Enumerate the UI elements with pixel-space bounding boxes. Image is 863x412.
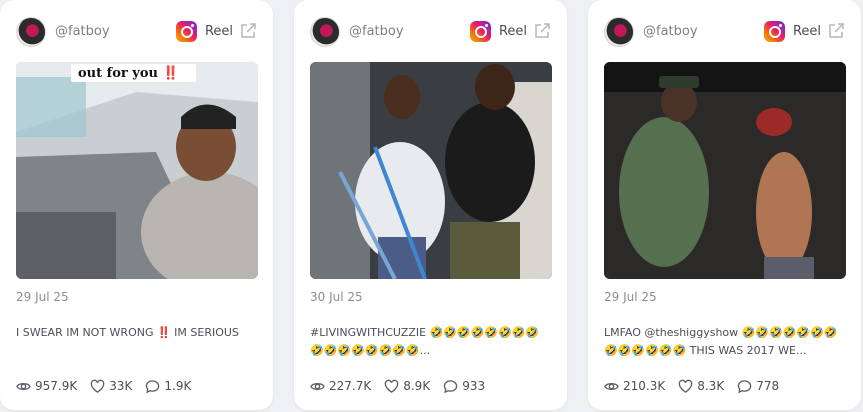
eye-icon bbox=[16, 382, 31, 390]
instagram-icon bbox=[764, 21, 785, 42]
post-stats: 957.9K 33K 1.9K bbox=[16, 377, 261, 395]
views-count: 227.7K bbox=[329, 379, 372, 393]
external-link-icon[interactable] bbox=[827, 22, 845, 40]
avatar[interactable] bbox=[604, 17, 634, 47]
views-count: 210.3K bbox=[623, 379, 666, 393]
comments-count: 933 bbox=[462, 379, 486, 393]
avatar[interactable] bbox=[310, 17, 340, 47]
likes-stat: 33K bbox=[90, 379, 132, 394]
post-stats: 227.7K 8.9K 933 bbox=[310, 377, 555, 395]
post-type-label: Reel bbox=[204, 24, 233, 39]
likes-count: 8.9K bbox=[403, 379, 431, 393]
likes-count: 33K bbox=[109, 379, 133, 393]
views-stat: 210.3K bbox=[604, 379, 665, 394]
comments-stat: 933 bbox=[443, 379, 485, 394]
instagram-icon bbox=[176, 21, 197, 42]
author-handle[interactable]: @fatboy bbox=[349, 24, 404, 39]
post-date: 29 Jul 25 bbox=[604, 290, 657, 304]
post-caption: LMFAO @theshiggyshow 🤣🤣🤣🤣🤣🤣🤣🤣🤣🤣🤣🤣🤣 THIS … bbox=[604, 326, 838, 357]
comments-count: 1.9K bbox=[164, 379, 192, 393]
external-link-icon[interactable] bbox=[533, 22, 551, 40]
thumbnail-image bbox=[604, 62, 846, 279]
likes-count: 8.3K bbox=[697, 379, 725, 393]
post-date: 30 Jul 25 bbox=[310, 290, 363, 304]
eye-icon bbox=[604, 382, 619, 390]
views-stat: 227.7K bbox=[310, 379, 371, 394]
comment-icon bbox=[443, 379, 458, 393]
likes-stat: 8.9K bbox=[384, 379, 430, 394]
post-thumbnail[interactable] bbox=[310, 62, 552, 279]
author-handle[interactable]: @fatboy bbox=[55, 24, 110, 39]
heart-icon bbox=[90, 379, 105, 393]
card-header: @fatboy Reel bbox=[604, 17, 845, 47]
comment-icon bbox=[737, 379, 752, 393]
author-handle[interactable]: @fatboy bbox=[643, 24, 698, 39]
heart-icon bbox=[678, 379, 693, 393]
post-type-label: Reel bbox=[498, 24, 527, 39]
thumbnail-image: out for you ‼️ bbox=[16, 62, 258, 279]
post-thumbnail[interactable] bbox=[604, 62, 846, 279]
eye-icon bbox=[310, 382, 325, 390]
heart-icon bbox=[384, 379, 399, 393]
post-caption: I SWEAR IM NOT WRONG ‼️ IM SERIOUS bbox=[16, 326, 239, 339]
card-header: @fatboy Reel bbox=[310, 17, 551, 47]
post-type-label: Reel bbox=[792, 24, 821, 39]
post-card[interactable]: @fatboy Reel 30 Jul 25 #LIVINGWITHCUZZIE… bbox=[294, 0, 567, 410]
post-thumbnail[interactable]: out for you ‼️ bbox=[16, 62, 258, 279]
instagram-icon bbox=[470, 21, 491, 42]
comments-count: 778 bbox=[756, 379, 780, 393]
views-stat: 957.9K bbox=[16, 379, 77, 394]
post-stats: 210.3K 8.3K 778 bbox=[604, 377, 849, 395]
post-date: 29 Jul 25 bbox=[16, 290, 69, 304]
card-header: @fatboy Reel bbox=[16, 17, 257, 47]
post-card[interactable]: @fatboy Reel out for you ‼️ 29 Jul 25 I … bbox=[0, 0, 273, 410]
comments-stat: 778 bbox=[737, 379, 779, 394]
overlay-text: out for you ‼️ bbox=[78, 65, 179, 81]
external-link-icon[interactable] bbox=[239, 22, 257, 40]
views-count: 957.9K bbox=[35, 379, 78, 393]
thumbnail-image bbox=[310, 62, 552, 279]
post-card[interactable]: @fatboy Reel 29 Jul 25 LMFAO @theshiggys… bbox=[588, 0, 861, 410]
comment-icon bbox=[146, 379, 160, 393]
likes-stat: 8.3K bbox=[678, 379, 724, 394]
avatar[interactable] bbox=[16, 17, 46, 47]
comments-stat: 1.9K bbox=[145, 379, 191, 394]
post-caption: #LIVINGWITHCUZZIE 🤣🤣🤣🤣🤣🤣🤣🤣🤣🤣🤣🤣🤣🤣🤣🤣... bbox=[310, 326, 540, 357]
